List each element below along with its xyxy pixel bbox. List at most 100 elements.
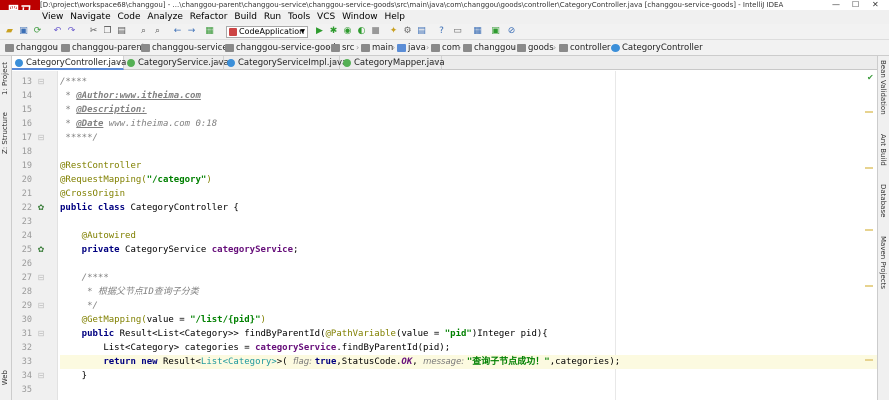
coverage-icon[interactable]: ◉ [342, 26, 353, 37]
code-line: * @Description: [60, 105, 147, 115]
scroll-marker[interactable] [865, 359, 873, 361]
autowired-gutter-icon[interactable]: ✿ [36, 245, 46, 255]
help-icon[interactable]: ? [436, 26, 447, 37]
breadcrumb-separator: › [54, 43, 58, 52]
bean-validation-tool-button[interactable]: Bean Validation [879, 60, 887, 115]
run-icon[interactable]: ▶ [314, 26, 325, 37]
menu-help[interactable]: Help [382, 10, 407, 24]
settings-icon[interactable]: ⚙ [402, 26, 413, 37]
web-tool-button[interactable]: Web [1, 370, 9, 385]
code-line-current: return new Result<List<Category>>( flag:… [60, 355, 877, 369]
sdk-icon[interactable]: ▤ [416, 26, 427, 37]
close-tab-icon[interactable]: ✕ [331, 56, 337, 70]
copy-icon[interactable]: ❐ [102, 26, 113, 37]
breadcrumb-separator: › [458, 43, 462, 52]
breadcrumb-item[interactable]: changgou [4, 42, 58, 54]
menu-tools[interactable]: Tools [286, 10, 312, 24]
maximize-button[interactable]: ☐ [852, 0, 859, 10]
tab-category-service-impl[interactable]: CategoryServiceImpl.java ✕ [224, 56, 347, 70]
ant-build-tool-button[interactable]: Ant Build [879, 134, 887, 166]
fold-icon[interactable]: ⊟ [36, 371, 46, 381]
vcs-icon[interactable]: ▦ [472, 26, 483, 37]
structure-tool-button[interactable]: Z: Structure [1, 112, 9, 154]
menu-navigate[interactable]: Navigate [68, 10, 112, 24]
menu-run[interactable]: Run [262, 10, 283, 24]
menu-build[interactable]: Build [232, 10, 259, 24]
folder-icon [5, 44, 14, 52]
tab-category-controller[interactable]: CategoryController.java ✕ [12, 56, 126, 70]
breadcrumb-item[interactable]: changgou [462, 42, 516, 54]
spring-bean-gutter-icon[interactable]: ✿ [36, 203, 46, 213]
folder-icon [361, 44, 370, 52]
breadcrumb-item[interactable]: controller [558, 42, 611, 54]
scroll-marker[interactable] [865, 285, 873, 287]
fold-icon[interactable]: ⊟ [36, 133, 46, 143]
close-tab-icon[interactable]: ✕ [115, 56, 121, 70]
breadcrumb-item[interactable]: CategoryController [610, 42, 703, 54]
breadcrumb-item[interactable]: changgou-service-goods [224, 42, 340, 54]
close-tab-icon[interactable]: ✕ [433, 56, 439, 70]
run-config-label: CodeApplication [239, 27, 305, 36]
breadcrumb-separator: › [553, 43, 557, 52]
tab-category-service[interactable]: CategoryService.java ✕ [124, 56, 229, 70]
terminal-icon[interactable]: ▭ [452, 26, 463, 37]
maven-projects-tool-button[interactable]: Maven Projects [879, 236, 887, 289]
menu-code[interactable]: Code [115, 10, 142, 24]
scroll-marker[interactable] [865, 229, 873, 231]
stop-icon[interactable]: ■ [370, 26, 381, 37]
save-icon[interactable]: ▣ [18, 26, 29, 37]
inspection-ok-icon[interactable]: ✔ [867, 73, 874, 82]
profile-icon[interactable]: ◐ [356, 26, 367, 37]
database-tool-button[interactable]: Database [879, 184, 887, 217]
line-number: 15 [21, 105, 32, 115]
tab-category-mapper[interactable]: CategoryMapper.java ✕ [340, 56, 445, 70]
minimize-button[interactable]: — [832, 0, 840, 10]
breadcrumb-separator: › [136, 43, 140, 52]
back-icon[interactable]: ← [172, 26, 183, 37]
build-icon[interactable]: ▦ [204, 26, 215, 37]
chevron-down-icon: ▼ [300, 28, 305, 35]
undo-icon[interactable]: ↶ [52, 26, 63, 37]
run-config-select[interactable]: CodeApplication ▼ [226, 26, 308, 38]
breadcrumb-item[interactable]: changgou-service [140, 42, 228, 54]
interface-icon [343, 59, 351, 67]
plugin-icon[interactable]: ▣ [490, 26, 501, 37]
forward-icon[interactable]: → [186, 26, 197, 37]
menu-vcs[interactable]: VCS [315, 10, 337, 24]
menu-analyze[interactable]: Analyze [145, 10, 184, 24]
project-tool-button[interactable]: 1: Project [1, 62, 9, 95]
scroll-marker[interactable] [865, 167, 873, 169]
breadcrumb-item[interactable]: main [360, 42, 393, 54]
breadcrumb-item[interactable]: goods [516, 42, 554, 54]
breadcrumb-item[interactable]: java [396, 42, 426, 54]
code-editor[interactable]: 13 14 15 16 17 18 19 20 21 22 23 24 25 2… [12, 71, 877, 400]
debug-icon[interactable]: ✱ [328, 26, 339, 37]
close-button[interactable]: ✕ [872, 0, 879, 10]
fold-icon[interactable]: ⊟ [36, 329, 46, 339]
menu-window[interactable]: Window [340, 10, 380, 24]
cut-icon[interactable]: ✂ [88, 26, 99, 37]
replace-icon[interactable]: ⌕ [152, 26, 163, 37]
find-icon[interactable]: ⌕ [138, 26, 149, 37]
menu-view[interactable]: View [40, 10, 65, 24]
breadcrumb-item[interactable]: src [330, 42, 354, 54]
code-line: * @Date www.itheima.com 0:18 [60, 119, 218, 129]
open-folder-icon[interactable]: ▰ [4, 26, 15, 37]
project-structure-icon[interactable]: ✦ [388, 26, 399, 37]
code-line: * @Author:www.itheima.com [60, 91, 201, 101]
fold-icon[interactable]: ⊟ [36, 301, 46, 311]
interface-icon [127, 59, 135, 67]
fold-icon[interactable]: ⊟ [36, 77, 46, 87]
scroll-marker[interactable] [865, 111, 873, 113]
sync-icon[interactable]: ⟳ [32, 26, 43, 37]
fold-icon[interactable]: ⊟ [36, 273, 46, 283]
menu-refactor[interactable]: Refactor [188, 10, 230, 24]
breadcrumb-item[interactable]: changgou-parent [60, 42, 145, 54]
breadcrumb-item[interactable]: com [430, 42, 460, 54]
paste-icon[interactable]: ▤ [116, 26, 127, 37]
line-number: 28 [21, 287, 32, 297]
no-entry-icon[interactable]: ⊘ [506, 26, 517, 37]
redo-icon[interactable]: ↷ [66, 26, 77, 37]
editor-gutter[interactable]: 13 14 15 16 17 18 19 20 21 22 23 24 25 2… [12, 71, 58, 400]
close-tab-icon[interactable]: ✕ [215, 56, 221, 70]
